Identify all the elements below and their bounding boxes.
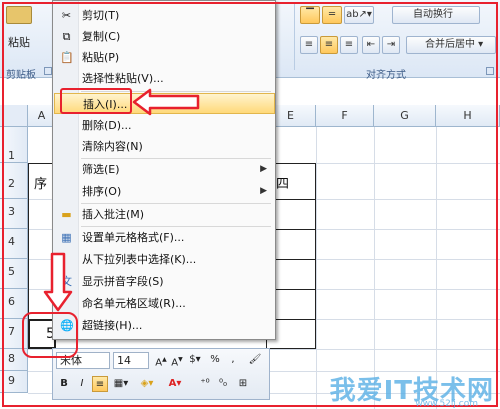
down-arrow-icon — [43, 252, 73, 312]
annotation-arrows — [43, 88, 200, 312]
watermark-url: www.52ij.com — [415, 399, 478, 409]
left-arrow-icon — [132, 88, 200, 116]
